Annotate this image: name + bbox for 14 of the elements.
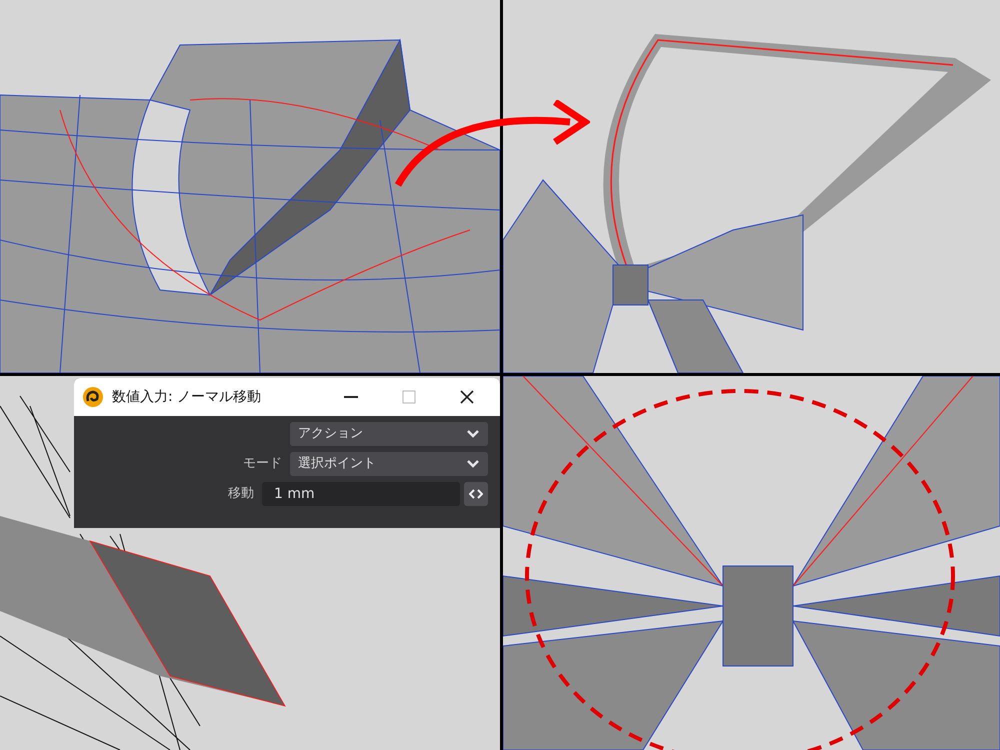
field-label: 移動 — [228, 485, 254, 504]
dropdown[interactable]: アクション — [290, 422, 488, 446]
chevron-down-icon — [466, 429, 480, 439]
field-label: モード — [243, 455, 282, 474]
drag-handle[interactable] — [464, 482, 488, 506]
input-field[interactable]: 1 mm — [262, 482, 460, 506]
chevron-down-icon — [466, 459, 480, 469]
close-icon — [460, 390, 474, 404]
dropdown[interactable]: 選択ポイント — [290, 452, 488, 476]
maximize-icon — [402, 390, 416, 404]
minimize-icon — [344, 396, 358, 398]
window-title: 数値入力: ノーマル移動 — [112, 388, 262, 406]
app-logo-icon — [82, 386, 104, 408]
left-right-arrows-icon — [469, 489, 483, 499]
